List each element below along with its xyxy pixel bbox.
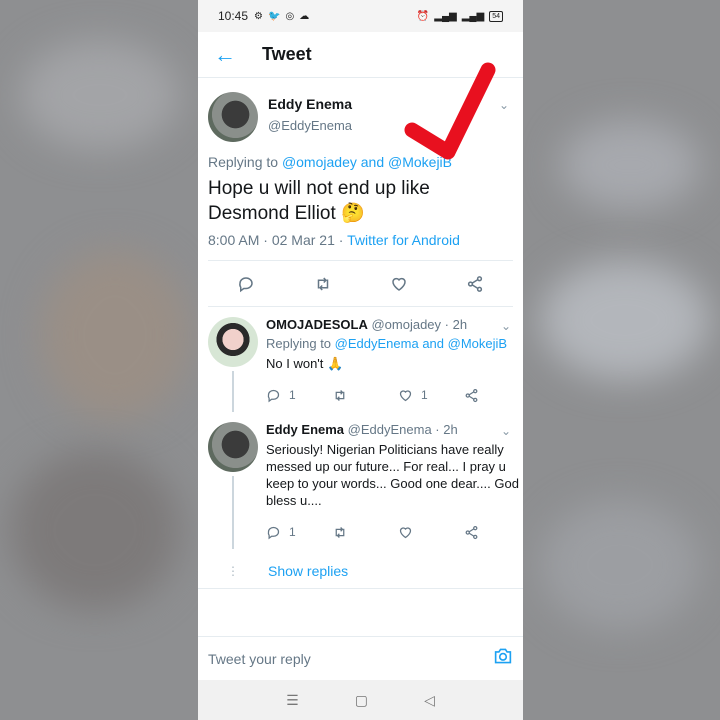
reply-count: 1 xyxy=(289,388,296,402)
tweet-header: ← Tweet xyxy=(198,32,523,78)
mention-link[interactable]: @MokejiB xyxy=(388,154,452,170)
like-icon[interactable] xyxy=(390,275,408,293)
tweet-timestamp: 8:00 AM · 02 Mar 21 · Twitter for Androi… xyxy=(208,232,513,261)
like-count: 1 xyxy=(421,388,428,402)
reply-author-name[interactable]: Eddy Enema xyxy=(266,422,344,437)
tweet-source[interactable]: Twitter for Android xyxy=(347,232,460,248)
reply-actions: 1 1 xyxy=(266,378,523,412)
back-triangle-icon[interactable]: ◁ xyxy=(424,692,435,709)
main-tweet: Eddy Enema @EddyEnema ⌄ Replying to @omo… xyxy=(198,78,523,261)
cloud-icon: ☁ xyxy=(299,10,310,22)
reply-icon[interactable] xyxy=(237,275,255,293)
replying-prefix: Replying to xyxy=(208,154,279,170)
reply-author-name[interactable]: OMOJADESOLA xyxy=(266,317,368,332)
tweet-actions xyxy=(208,261,513,307)
tweet-time: 8:00 AM xyxy=(208,232,260,248)
reply-age: 2h xyxy=(443,422,458,437)
author-name[interactable]: Eddy Enema xyxy=(268,96,352,112)
settings-icon: ⚙ xyxy=(254,10,263,22)
mention-link[interactable]: @MokejiB xyxy=(448,336,507,351)
share-icon[interactable] xyxy=(464,388,523,403)
reply-icon xyxy=(267,526,280,539)
thread-line xyxy=(232,371,234,412)
home-square-icon[interactable]: ▢ xyxy=(355,692,368,709)
tweet-text: Hope u will not end up like Desmond Elli… xyxy=(208,178,430,224)
chevron-down-icon[interactable]: ⌄ xyxy=(499,98,509,112)
like-icon xyxy=(399,389,412,401)
thread-dots-icon: ⋮ xyxy=(227,563,239,578)
avatar[interactable] xyxy=(208,422,258,472)
menu-icon[interactable]: ☰ xyxy=(286,692,299,709)
replying-and: and xyxy=(360,154,385,170)
like-icon[interactable] xyxy=(398,525,464,540)
reply-composer xyxy=(198,636,523,680)
instagram-icon: ◎ xyxy=(285,10,295,22)
avatar[interactable] xyxy=(208,317,258,367)
back-arrow-icon[interactable]: ← xyxy=(214,42,262,68)
author-handle[interactable]: @EddyEnema xyxy=(268,118,352,133)
reply-author-handle[interactable]: @omojadey xyxy=(371,317,441,332)
tweet-date: 02 Mar 21 xyxy=(271,232,335,248)
twitter-bird-icon: 🐦 xyxy=(268,10,281,22)
reply-input[interactable] xyxy=(208,650,458,667)
reply-tweet[interactable]: OMOJADESOLA @omojadey · 2h Replying to @… xyxy=(198,307,523,412)
reply-text: Seriously! Nigerian Politicians have rea… xyxy=(266,442,519,508)
show-replies-row: ⋮ Show replies xyxy=(198,549,523,589)
reply-age: 2h xyxy=(452,317,468,332)
system-nav-bar: ☰ ▢ ◁ xyxy=(198,680,523,720)
reply-tweet[interactable]: Eddy Enema @EddyEnema · 2h Seriously! Ni… xyxy=(198,412,523,549)
mention-link[interactable]: @omojadey xyxy=(282,154,357,170)
show-replies-link[interactable]: Show replies xyxy=(268,563,348,579)
retweet-icon[interactable] xyxy=(332,525,398,540)
share-icon[interactable] xyxy=(466,275,484,293)
chevron-down-icon[interactable]: ⌄ xyxy=(501,424,511,438)
mention-link[interactable]: @EddyEnema xyxy=(335,336,419,351)
reply-author-handle[interactable]: @EddyEnema xyxy=(348,422,432,437)
status-bar: 10:45 ⚙ 🐦 ◎ ☁ ⏰ ▂▄▆ ▂▄▆ 54 xyxy=(198,0,523,32)
reply-actions: 1 xyxy=(266,515,523,549)
replying-to: Replying to @omojadey and @MokejiB xyxy=(208,154,513,170)
retweet-icon[interactable] xyxy=(313,275,333,293)
like-button[interactable]: 1 xyxy=(398,388,464,403)
chevron-down-icon[interactable]: ⌄ xyxy=(501,319,511,333)
alarm-icon: ⏰ xyxy=(416,10,430,22)
avatar[interactable] xyxy=(208,92,258,142)
reply-button[interactable]: 1 xyxy=(266,388,332,403)
reply-count: 1 xyxy=(289,525,296,539)
signal-icon: ▂▄▆ xyxy=(434,10,457,22)
battery-icon: 54 xyxy=(489,10,503,22)
thread-line xyxy=(232,476,234,549)
page-title: Tweet xyxy=(262,44,312,64)
signal-icon-2: ▂▄▆ xyxy=(461,10,485,22)
camera-icon[interactable] xyxy=(493,647,513,670)
share-icon[interactable] xyxy=(464,525,523,540)
replying-to: Replying to @EddyEnema and @MokejiB xyxy=(266,336,523,351)
retweet-icon[interactable] xyxy=(332,388,398,403)
reply-text: No I won't 🙏 xyxy=(266,356,344,371)
phone-screen: 10:45 ⚙ 🐦 ◎ ☁ ⏰ ▂▄▆ ▂▄▆ 54 ← Tweet Eddy … xyxy=(198,0,523,720)
reply-icon xyxy=(267,389,280,402)
replying-and: and xyxy=(422,336,445,351)
reply-button[interactable]: 1 xyxy=(266,525,332,540)
status-time: 10:45 xyxy=(218,9,249,23)
replying-prefix: Replying to xyxy=(266,336,332,351)
